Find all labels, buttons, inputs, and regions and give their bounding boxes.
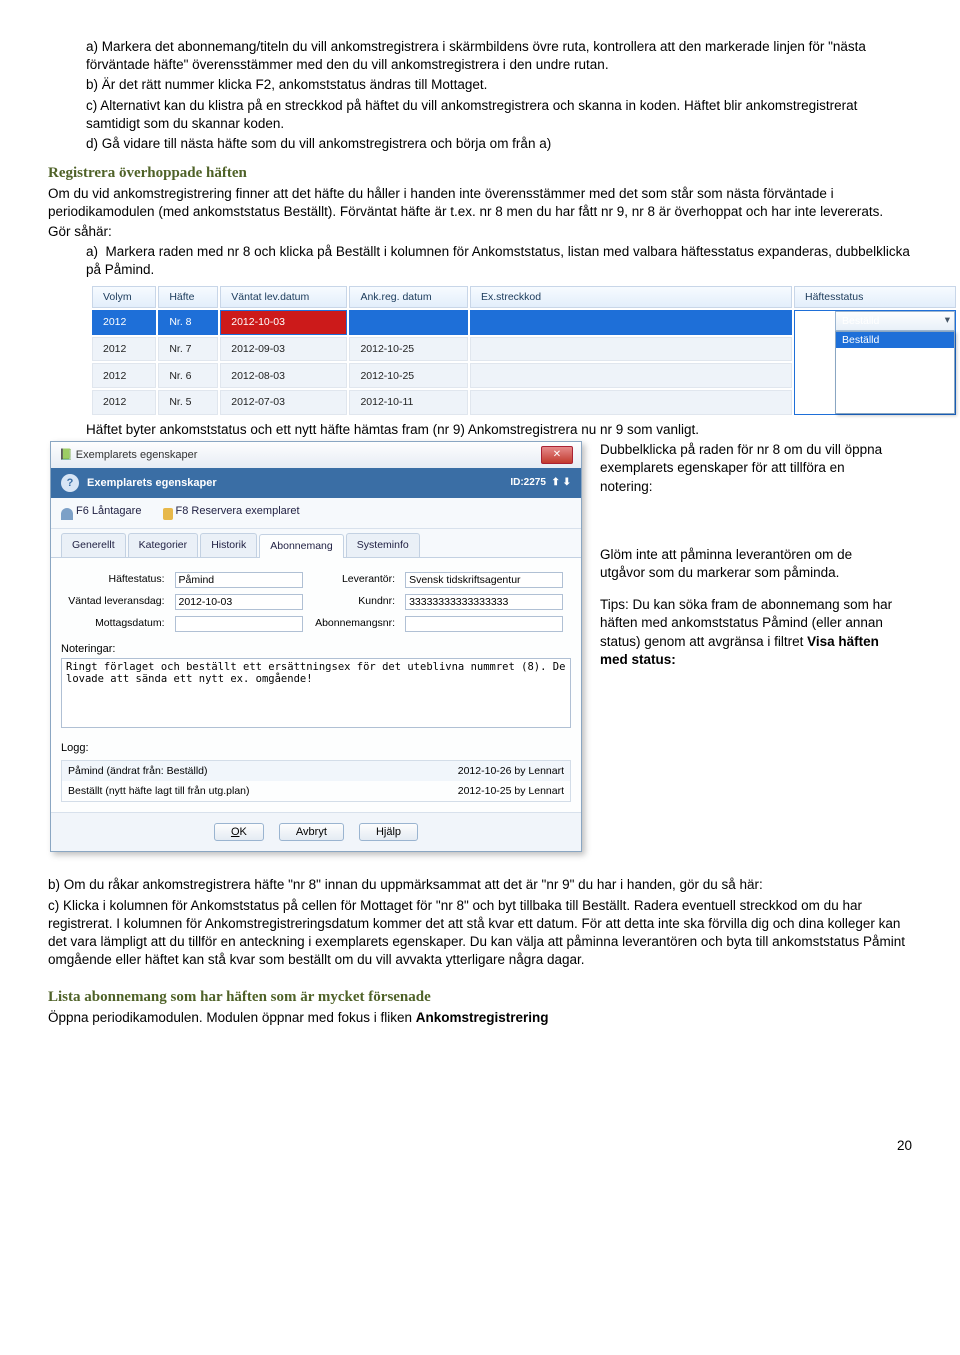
noteringar-input[interactable] [61, 658, 571, 728]
lbl-logg: Logg: [61, 741, 571, 756]
lbl-noteringar: Noteringar: [61, 642, 571, 657]
dialog-header: Exemplarets egenskaper [87, 477, 217, 489]
log-item-text: Beställt (nytt häfte lagt till från utg.… [68, 784, 250, 798]
section1-title: Registrera överhoppade häften [48, 163, 912, 183]
col-volym[interactable]: Volym [92, 286, 156, 308]
exemplar-dialog: 📗 Exemplarets egenskaper ✕ ? Exemplarets … [50, 441, 582, 852]
page-number: 20 [48, 1137, 912, 1155]
side-p2: Tips: Du kan söka fram de abonnemang som… [600, 596, 900, 669]
section1-a: a) Markera raden med nr 8 och klicka på … [86, 243, 912, 279]
tab-generellt[interactable]: Generellt [61, 533, 126, 556]
col-ank[interactable]: Ank.reg. datum [349, 286, 468, 308]
col-streckkod[interactable]: Ex.streckkod [470, 286, 792, 308]
mottag-field[interactable] [175, 616, 303, 632]
log-list: Påmind (ändrat från: Beställd) 2012-10-26… [61, 760, 571, 802]
f8-reservera[interactable]: F8 Reservera exemplaret [163, 504, 300, 519]
status-option[interactable]: Ej levererat [836, 397, 954, 413]
dialog-title: 📗 Exemplarets egenskaper [59, 448, 197, 463]
lbl-kundnr: Kundnr: [310, 592, 399, 612]
status-option[interactable]: Beställd [836, 332, 954, 348]
cancel-button[interactable]: Avbryt [279, 823, 344, 841]
side-p1: Glöm inte att påminna leverantören om de… [600, 546, 900, 582]
mid-p1: Häftet byter ankomststatus och ett nytt … [86, 421, 912, 439]
help-button[interactable]: Hjälp [359, 823, 418, 841]
kundnr-field[interactable] [405, 594, 563, 610]
tab-historik[interactable]: Historik [200, 533, 257, 556]
table-row[interactable]: 2012 Nr. 8 2012-10-03 Beställd Beställd … [92, 310, 956, 335]
section1-p1: Om du vid ankomstregistrering finner att… [48, 185, 912, 221]
after-c: c) Klicka i kolumnen för Ankomststatus p… [48, 897, 912, 970]
status-selected[interactable]: Beställd [835, 311, 955, 331]
mid-p2: Dubbelklicka på raden för nr 8 om du vil… [600, 441, 900, 496]
status-dropdown[interactable]: Beställd Beställd Påmind Mottagen Reklam… [835, 311, 955, 414]
status-option[interactable]: Reklamerat [836, 381, 954, 397]
person-icon [61, 508, 73, 520]
leverantor-field[interactable] [405, 572, 563, 588]
status-option[interactable]: Påmind [836, 348, 954, 364]
lock-icon [163, 508, 173, 520]
intro-d: d) Gå vidare till nästa häfte som du vil… [86, 135, 912, 153]
close-icon[interactable]: ✕ [541, 446, 573, 464]
log-item-date: 2012-10-25 by Lennart [458, 784, 564, 798]
haftestatus-field[interactable] [175, 572, 303, 588]
lbl-abonr: Abonnemangsnr: [310, 614, 399, 634]
log-item-text: Påmind (ändrat från: Beställd) [68, 764, 207, 778]
status-option[interactable]: Mottagen [836, 364, 954, 380]
tab-systeminfo[interactable]: Systeminfo [346, 533, 420, 556]
intro-b: b) Är det rätt nummer klicka F2, ankomst… [86, 76, 912, 94]
tab-kategorier[interactable]: Kategorier [128, 533, 198, 556]
col-vantat[interactable]: Väntat lev.datum [220, 286, 347, 308]
section2-title: Lista abonnemang som har häften som är m… [48, 987, 912, 1007]
intro-a: a) Markera det abonnemang/titeln du vill… [86, 38, 912, 74]
f6-lantagare[interactable]: F6 Låntagare [61, 504, 141, 519]
after-b: b) Om du råkar ankomstregistrera häfte "… [48, 876, 912, 894]
lbl-vantad: Väntad leveransdag: [63, 592, 169, 612]
ok-button[interactable]: OK [214, 823, 264, 841]
lbl-haftestatus: Häftestatus: [63, 570, 169, 590]
section2-p: Öppna periodikamodulen. Modulen öppnar m… [48, 1009, 912, 1027]
vantad-field[interactable] [175, 594, 303, 610]
col-hafte[interactable]: Häfte [158, 286, 218, 308]
abonr-field[interactable] [405, 616, 563, 632]
section1-gor: Gör såhär: [48, 223, 912, 241]
lbl-leverantor: Leverantör: [310, 570, 399, 590]
col-status[interactable]: Häftesstatus [794, 286, 956, 308]
lbl-mottag: Mottagsdatum: [63, 614, 169, 634]
help-icon[interactable]: ? [61, 474, 79, 492]
tab-abonnemang[interactable]: Abonnemang [259, 534, 343, 557]
intro-c: c) Alternativt kan du klistra på en stre… [86, 97, 912, 133]
log-item-date: 2012-10-26 by Lennart [458, 764, 564, 778]
dialog-id: ID:2275 ⬆ ⬇ [510, 476, 571, 490]
haften-table: Volym Häfte Väntat lev.datum Ank.reg. da… [90, 284, 958, 417]
